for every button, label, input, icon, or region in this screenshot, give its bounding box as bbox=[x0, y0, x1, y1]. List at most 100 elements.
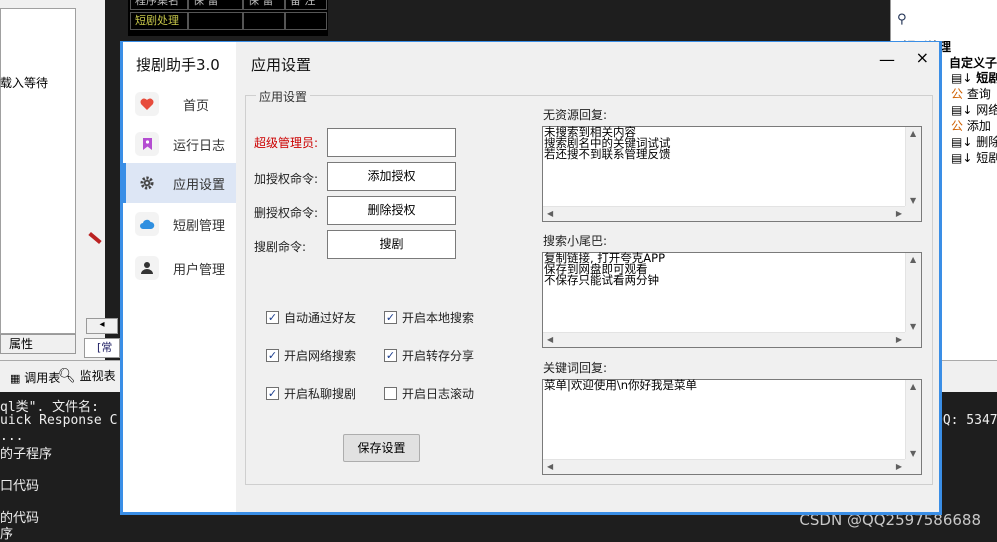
group-title: 应用设置 bbox=[256, 88, 311, 105]
scroll-left-button[interactable]: ◂ bbox=[86, 318, 118, 334]
horizontal-scrollbar[interactable]: ◀ ▶ bbox=[543, 206, 906, 221]
tree-item[interactable]: ▤↓ 网络 bbox=[951, 101, 997, 118]
scroll-corner bbox=[905, 332, 921, 347]
page-title: 应用设置 bbox=[251, 56, 312, 74]
ide-splitter bbox=[76, 0, 105, 360]
horizontal-scrollbar[interactable]: ◀ ▶ bbox=[543, 459, 906, 474]
bottom-tab-label: [常 bbox=[97, 341, 113, 354]
toolbar-watch-table[interactable]: 🔍︎ 监视表 bbox=[58, 367, 116, 384]
search-tail-textarea[interactable]: 复制链接, 打开夸克APP 保存到网盘即可观看 不保存只能试看两分钟 ▲ ▼ ◀ ▶ bbox=[542, 252, 922, 348]
scroll-corner bbox=[905, 206, 921, 221]
add-auth-input[interactable]: 添加授权 bbox=[327, 162, 456, 191]
bookmark-icon bbox=[135, 132, 159, 156]
table-header: 备 注 bbox=[285, 0, 327, 10]
search-cmd-input[interactable]: 搜剧 bbox=[327, 230, 456, 259]
tree-item[interactable]: 公 查询 bbox=[951, 85, 991, 102]
textarea-text: 菜单|欢迎使用\n你好我是菜单 bbox=[544, 378, 698, 392]
checkbox-box: ✓ bbox=[384, 310, 397, 324]
table-cell bbox=[285, 12, 327, 30]
textarea-text: 未搜索到相关内容 搜索剧名中的关键词试试 若还搜不到联系管理反馈 bbox=[544, 125, 671, 161]
tree-item[interactable]: ▤↓ 短剧 bbox=[951, 69, 997, 86]
nav-label: 短剧管理 bbox=[173, 219, 226, 234]
nav-label: 用户管理 bbox=[173, 263, 226, 278]
checkbox-box bbox=[384, 386, 397, 400]
tree-item[interactable]: ▤↓ 删除 bbox=[951, 133, 997, 150]
toolbar-label: 调用表 bbox=[24, 371, 61, 385]
cloud-icon bbox=[135, 212, 159, 236]
table-header: 程序集名 bbox=[130, 0, 188, 10]
table-cell[interactable]: 短剧处理 bbox=[130, 12, 188, 30]
admin-input[interactable] bbox=[327, 128, 456, 157]
console-line: QQ: 5347 bbox=[935, 413, 997, 428]
content-area: 应用设置 — × 应用设置 超级管理员: 加授权命令: 添加授权 删授权命令: … bbox=[236, 42, 939, 512]
tab-bottom[interactable]: [常 bbox=[84, 338, 120, 358]
checkbox-box: ✓ bbox=[266, 348, 279, 362]
console-line: 序 bbox=[0, 527, 14, 542]
scroll-corner bbox=[905, 459, 921, 474]
checkbox-label: 开启私聊搜剧 bbox=[284, 386, 357, 401]
tree-item-label: 添加 bbox=[966, 119, 991, 133]
search-icon[interactable]: ⚲ bbox=[897, 12, 907, 27]
keyword-reply-textarea[interactable]: 菜单|欢迎使用\n你好我是菜单 ▲ ▼ ◀ ▶ bbox=[542, 379, 922, 475]
nav-item-settings[interactable]: 应用设置 bbox=[123, 163, 236, 203]
tree-item-label: 网络 bbox=[976, 103, 997, 117]
nav-label: 运行日志 bbox=[173, 139, 226, 154]
no-resource-textarea[interactable]: 未搜索到相关内容 搜索剧名中的关键词试试 若还搜不到联系管理反馈 ▲ ▼ ◀ ▶ bbox=[542, 126, 922, 222]
horizontal-scrollbar[interactable]: ◀ ▶ bbox=[543, 332, 906, 347]
close-button[interactable]: × bbox=[916, 48, 929, 67]
nav-item-drama[interactable]: 短剧管理 bbox=[123, 204, 236, 244]
textarea-text: 复制链接, 打开夸克APP 保存到网盘即可观看 不保存只能试看两分钟 bbox=[544, 251, 666, 287]
ide-table: 程序集名 保 留 保 留 备 注 短剧处理 bbox=[128, 0, 328, 36]
search-cmd-label: 搜剧命令: bbox=[254, 240, 307, 254]
checkbox-box: ✓ bbox=[266, 310, 279, 324]
tree-item-label: 查询 bbox=[966, 87, 991, 101]
vertical-scrollbar[interactable]: ▲ ▼ bbox=[905, 380, 921, 460]
tab-properties[interactable]: 属性 bbox=[0, 334, 76, 354]
user-icon bbox=[135, 256, 159, 280]
nav-item-log[interactable]: 运行日志 bbox=[123, 124, 236, 164]
toolbar-call-table[interactable]: ▦ 调用表 bbox=[10, 369, 60, 386]
search-tail-label: 搜索小尾巴: bbox=[543, 234, 608, 248]
auto-accept-friend-checkbox[interactable]: ✓ 自动通过好友 bbox=[266, 309, 356, 325]
console-line: uick Response C bbox=[0, 413, 118, 428]
nav-item-home[interactable]: 首页 bbox=[123, 84, 236, 124]
no-resource-label: 无资源回复: bbox=[543, 108, 608, 122]
local-search-checkbox[interactable]: ✓ 开启本地搜索 bbox=[384, 309, 474, 325]
properties-tab-label: 属性 bbox=[9, 337, 34, 351]
add-auth-label: 加授权命令: bbox=[254, 172, 319, 186]
tree-item[interactable]: ▤↓ 短剧 bbox=[951, 149, 997, 166]
ide-left-list bbox=[0, 8, 76, 334]
network-search-checkbox[interactable]: ✓ 开启网络搜索 bbox=[266, 347, 356, 363]
share-transfer-checkbox[interactable]: ✓ 开启转存分享 bbox=[384, 347, 474, 363]
log-scroll-checkbox[interactable]: 开启日志滚动 bbox=[384, 385, 474, 401]
vertical-scrollbar[interactable]: ▲ ▼ bbox=[905, 253, 921, 333]
private-search-checkbox[interactable]: ✓ 开启私聊搜剧 bbox=[266, 385, 356, 401]
del-auth-input[interactable]: 删除授权 bbox=[327, 196, 456, 225]
checkbox-label: 开启网络搜索 bbox=[284, 348, 357, 363]
table-icon: ▦ bbox=[10, 372, 21, 385]
minimize-button[interactable]: — bbox=[879, 50, 895, 69]
console-line: 口代码 bbox=[0, 479, 40, 494]
app-title: 搜剧助手3.0 bbox=[136, 56, 220, 74]
save-button[interactable]: 保存设置 bbox=[343, 434, 420, 462]
checkbox-label: 开启转存分享 bbox=[402, 348, 475, 363]
sidebar: 搜剧助手3.0 首页 运行日志 应用设置 短剧管理 用户管理 bbox=[123, 42, 236, 512]
heart-icon bbox=[135, 92, 159, 116]
gear-icon bbox=[135, 171, 159, 195]
table-cell bbox=[188, 12, 243, 30]
tree-item[interactable]: 公 添加 bbox=[951, 117, 991, 134]
console-line: ... bbox=[0, 429, 24, 444]
ide-left-text: 载入等待 bbox=[0, 76, 49, 90]
checkbox-box: ✓ bbox=[266, 386, 279, 400]
nav-item-users[interactable]: 用户管理 bbox=[123, 248, 236, 288]
del-auth-label: 删授权命令: bbox=[254, 206, 319, 220]
table-header: 保 留 bbox=[243, 0, 285, 10]
tree-item-label: 短剧 bbox=[976, 71, 997, 85]
checkbox-box: ✓ bbox=[384, 348, 397, 362]
tree-item-label: 删除 bbox=[976, 135, 997, 149]
vertical-scrollbar[interactable]: ▲ ▼ bbox=[905, 127, 921, 207]
keyword-reply-label: 关键词回复: bbox=[543, 361, 608, 375]
settings-window: 搜剧助手3.0 首页 运行日志 应用设置 短剧管理 用户管理 应用设置 — × … bbox=[120, 41, 942, 515]
toolbar-label: 监视表 bbox=[79, 369, 116, 383]
nav-label: 应用设置 bbox=[173, 178, 226, 193]
